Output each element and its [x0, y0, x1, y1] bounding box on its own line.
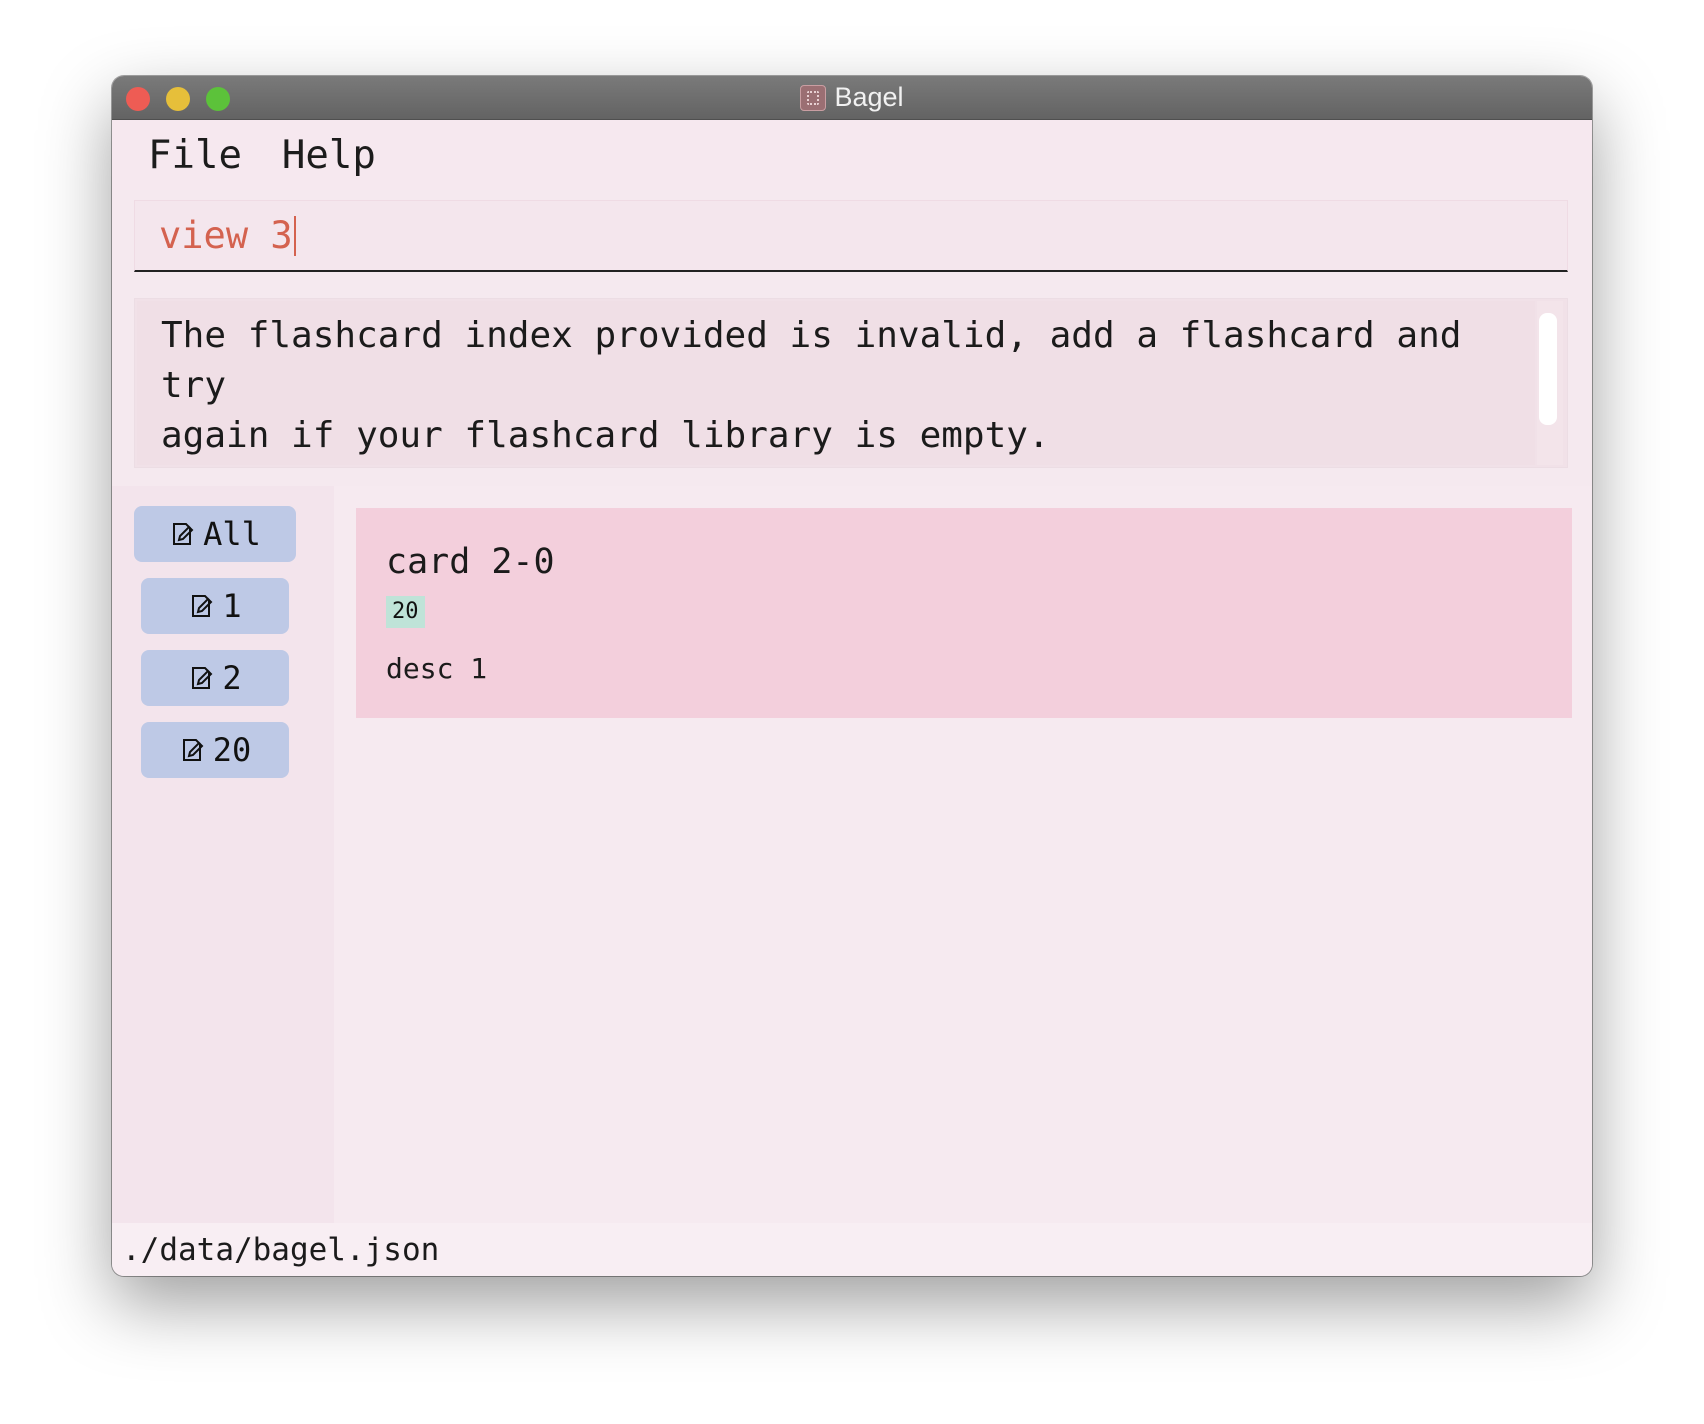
edit-icon [192, 595, 213, 617]
data-file-path: ./data/bagel.json [122, 1231, 440, 1268]
command-input-text[interactable]: view 3 [159, 214, 293, 257]
window-title: Bagel [834, 82, 904, 112]
command-input[interactable]: view 3 [134, 200, 1568, 272]
edit-icon [173, 523, 194, 545]
result-text-area[interactable]: The flashcard index provided is invalid,… [137, 301, 1535, 465]
text-caret [293, 215, 296, 256]
edit-icon [182, 739, 204, 761]
sidebar-item-20[interactable]: 20 [141, 722, 289, 778]
card-title: card 2-0 [386, 542, 555, 582]
menu-file[interactable]: File [148, 133, 242, 178]
result-message: The flashcard index provided is invalid,… [161, 315, 1462, 456]
result-scrollbar-thumb[interactable] [1539, 313, 1557, 425]
app-icon [800, 84, 827, 111]
sidebar-item-all[interactable]: All [134, 506, 296, 562]
flashcard-list-panel: card 2-0 20 desc 1 [334, 486, 1592, 1223]
sidebar-item-2[interactable]: 2 [141, 650, 289, 706]
title-container: Bagel [112, 76, 1592, 119]
result-display: The flashcard index provided is invalid,… [134, 298, 1568, 468]
status-bar: ./data/bagel.json [112, 1223, 1592, 1276]
menu-help[interactable]: Help [282, 133, 376, 178]
sidebar-item-label: All [203, 515, 261, 553]
tag-sidebar: All 1 2 20 [112, 486, 334, 1223]
flashcard-card[interactable]: card 2-0 20 desc 1 [356, 508, 1572, 718]
sidebar-item-label: 1 [222, 587, 242, 625]
edit-icon [192, 667, 213, 689]
sidebar-item-label: 2 [222, 659, 242, 697]
card-description: desc 1 [386, 652, 488, 685]
sidebar-item-label: 20 [212, 731, 252, 769]
card-tag-badge: 20 [386, 596, 425, 628]
title-bar[interactable]: Bagel [112, 76, 1592, 120]
app-window: Bagel File Help view 3 The flashcard ind… [112, 76, 1592, 1276]
sidebar-item-1[interactable]: 1 [141, 578, 289, 634]
menu-bar: File Help [112, 120, 1592, 190]
